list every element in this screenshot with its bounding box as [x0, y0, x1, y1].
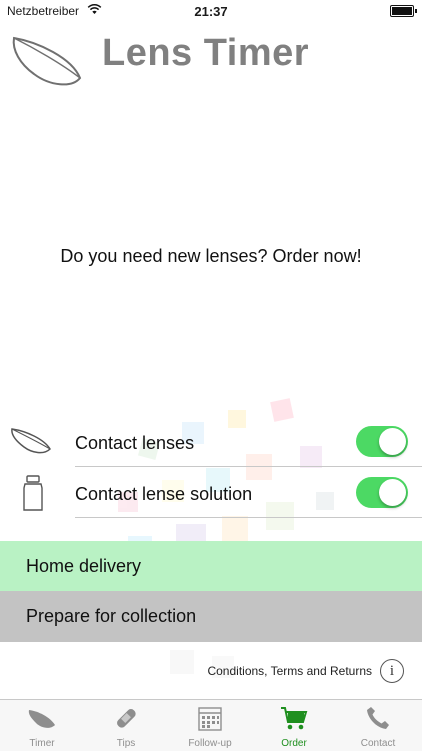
- tab-label: Timer: [29, 738, 55, 749]
- row-divider: [75, 466, 422, 467]
- tab-label: Follow-up: [188, 738, 232, 749]
- cart-icon: [281, 707, 308, 730]
- calendar-icon: [198, 707, 222, 731]
- phone-icon: [367, 707, 389, 729]
- home-delivery-option[interactable]: Home delivery: [0, 541, 422, 592]
- collection-option[interactable]: Prepare for collection: [0, 591, 422, 642]
- tab-follow-up[interactable]: Follow-up: [168, 700, 252, 751]
- tab-tips[interactable]: Tips: [84, 700, 168, 751]
- tab-order[interactable]: Order: [252, 700, 336, 751]
- tab-contact[interactable]: Contact: [336, 700, 420, 751]
- info-icon[interactable]: i: [380, 659, 404, 683]
- row-divider: [75, 517, 422, 518]
- order-prompt: Do you need new lenses? Order now!: [60, 246, 362, 266]
- app-title: Lens Timer: [102, 32, 310, 74]
- option-contact-lenses: Contact lenses: [0, 417, 422, 467]
- collection-label: Prepare for collection: [26, 606, 197, 626]
- tab-bar: Timer Tips Follow-up Order Contact: [0, 699, 422, 751]
- tab-label: Order: [281, 738, 307, 749]
- option-label: Contact lense solution: [75, 484, 253, 504]
- option-lens-solution: Contact lense solution: [0, 468, 422, 518]
- status-time: 21:37: [194, 4, 228, 19]
- tab-label: Contact: [360, 738, 396, 749]
- terms-link[interactable]: Conditions, Terms and Returns: [207, 664, 372, 678]
- bottle-icon: [23, 475, 43, 511]
- lens-icon: [28, 710, 55, 728]
- battery-icon: [390, 5, 417, 17]
- lens-solution-toggle[interactable]: [356, 477, 408, 508]
- status-bar: Netzbetreiber 21:37: [0, 0, 422, 22]
- toggle-knob: [379, 479, 406, 506]
- option-label: Contact lenses: [75, 433, 195, 453]
- tab-label: Tips: [116, 738, 136, 749]
- contact-lens-icon: [11, 428, 51, 454]
- toggle-knob: [379, 428, 406, 455]
- tab-timer[interactable]: Timer: [0, 700, 84, 751]
- bandage-icon: [117, 709, 136, 728]
- lens-logo-icon: [12, 36, 82, 86]
- contact-lenses-toggle[interactable]: [356, 426, 408, 457]
- home-delivery-label: Home delivery: [26, 556, 142, 576]
